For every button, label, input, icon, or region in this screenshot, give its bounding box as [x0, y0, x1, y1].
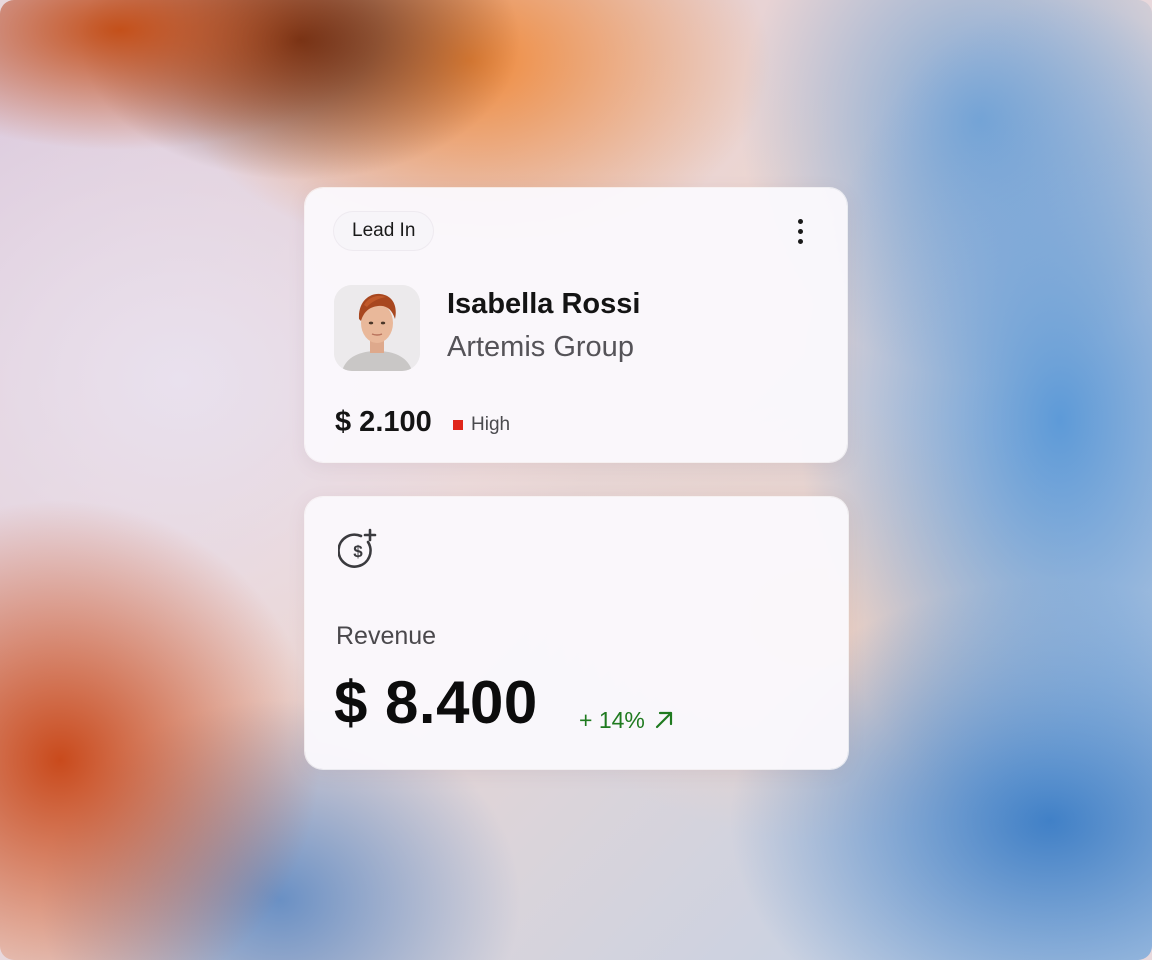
svg-text:$: $	[353, 542, 363, 561]
revenue-label: Revenue	[336, 622, 437, 650]
deal-amount: $ 2.100	[335, 406, 432, 438]
avatar-photo	[334, 285, 420, 371]
revenue-amount: $ 8.400	[334, 669, 538, 736]
priority-indicator: High	[453, 413, 510, 437]
avatar	[334, 285, 420, 371]
revenue-change-value: + 14%	[579, 706, 645, 733]
arrow-up-right-icon	[655, 711, 672, 729]
more-vertical-icon	[797, 218, 803, 224]
more-options-button[interactable]	[786, 213, 814, 249]
contact-name: Isabella Rossi	[447, 288, 641, 320]
stage-badge: Lead In	[334, 212, 434, 250]
priority-square-icon	[453, 420, 463, 430]
revenue-change: + 14%	[579, 704, 675, 736]
abstract-background	[0, 0, 1152, 960]
dollar-plus-icon: $	[337, 527, 378, 569]
stage-label: Lead In	[352, 220, 416, 241]
priority-label: High	[471, 414, 511, 435]
company-name: Artemis Group	[447, 331, 634, 363]
